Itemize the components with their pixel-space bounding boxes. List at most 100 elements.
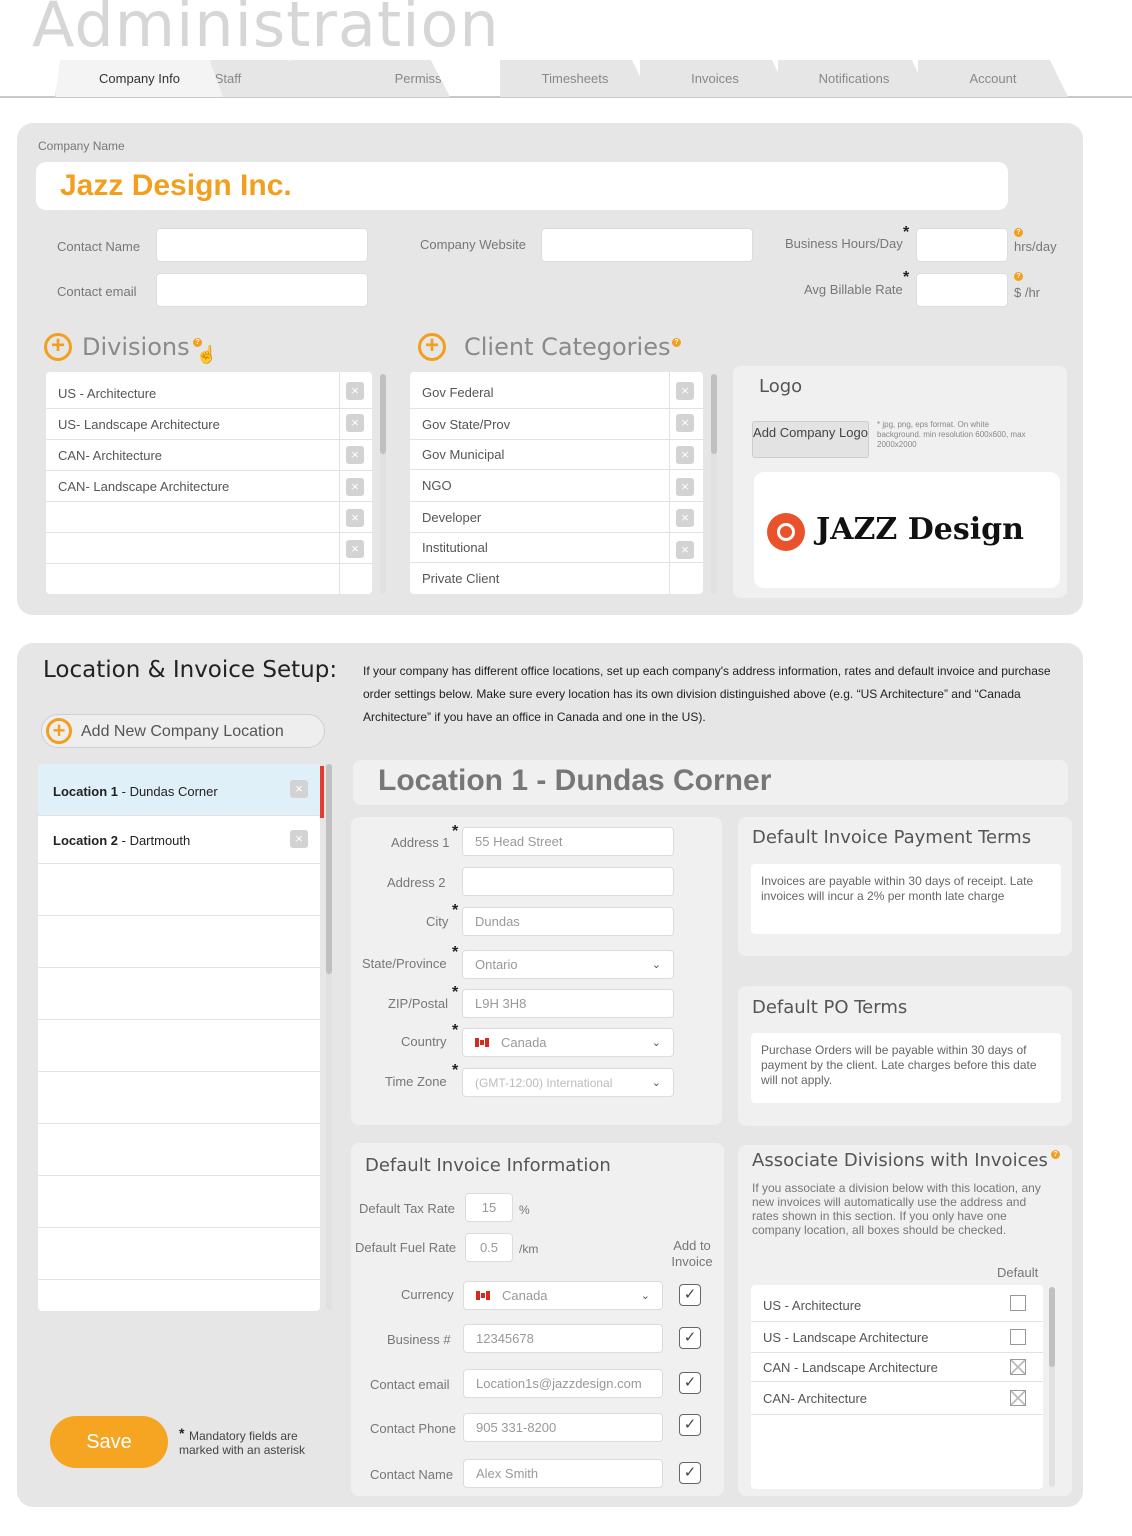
scroll-thumb[interactable] [380,374,386,454]
scroll-thumb[interactable] [711,374,717,454]
currency-select[interactable]: Canada ⌄ [463,1281,663,1310]
help-icon[interactable]: ? [1051,1150,1060,1159]
invoice-email-input[interactable]: Location1s@jazzdesign.com [463,1369,663,1398]
list-item[interactable]: CAN - Landscape Architecture [751,1353,1043,1382]
default-checkbox[interactable] [1010,1295,1026,1311]
logo-title: Logo [759,376,803,397]
business-hours-input[interactable] [916,228,1008,262]
remove-icon[interactable]: × [676,509,694,527]
invoice-contact-name-label: Contact Name [370,1467,454,1482]
list-item[interactable]: Private Client [410,563,703,594]
tax-rate-input[interactable]: 15 [465,1193,513,1222]
remove-icon[interactable]: × [290,780,308,798]
remove-icon[interactable]: × [676,382,694,400]
currency-checkbox[interactable]: ✓ [679,1284,701,1306]
remove-icon[interactable]: × [346,478,364,496]
list-item[interactable]: US - Architecture [751,1290,1043,1322]
remove-icon[interactable]: × [346,414,364,432]
company-name-input[interactable]: Jazz Design Inc. [36,162,1008,210]
tab-notifications[interactable]: Notifications [778,60,930,97]
location-setup-description: If your company has different office loc… [363,664,1051,724]
remove-icon[interactable]: × [346,382,364,400]
remove-icon[interactable]: × [346,509,364,527]
remove-icon[interactable]: × [676,478,694,496]
scroll-thumb[interactable] [326,764,332,974]
payment-terms-text[interactable]: Invoices are payable within 30 days of r… [751,864,1061,934]
invoice-contact-name-checkbox[interactable]: ✓ [679,1462,701,1484]
logo-hint: * jpg, png, eps format. On white backgro… [877,420,1026,449]
remove-icon[interactable]: × [676,541,694,559]
help-icon[interactable]: ? [672,338,681,347]
associate-scrollbar[interactable] [1049,1287,1055,1487]
default-checkbox-checked[interactable] [1010,1390,1026,1406]
save-button[interactable]: Save [50,1416,168,1468]
po-terms-text[interactable]: Purchase Orders will be payable within 3… [751,1033,1061,1103]
country-label: Country [401,1034,447,1049]
address2-input[interactable] [462,867,674,896]
default-checkbox-checked[interactable] [1010,1359,1026,1375]
business-number-input[interactable]: 12345678 [463,1324,663,1353]
billable-rate-input[interactable] [916,273,1008,307]
locations-scrollbar[interactable] [326,764,332,1310]
timezone-select[interactable]: (GMT-12:00) International ⌄ [462,1068,674,1097]
contact-name-input[interactable] [156,228,368,262]
zip-input[interactable]: L9H 3H8 [462,989,674,1018]
add-division-icon[interactable]: + [44,333,72,361]
list-item[interactable]: CAN- Architecture [751,1382,1043,1415]
address2-label: Address 2 [387,875,446,890]
required-asterisk: * [452,1022,459,1039]
company-website-input[interactable] [541,228,753,262]
tab-company-info[interactable]: Company Info [55,60,223,97]
invoice-phone-input[interactable]: 905 331-8200 [463,1413,663,1442]
locations-list: Location 1 - Dundas Corner × Location 2 … [38,764,320,1311]
contact-email-label: Contact email [57,284,137,299]
tab-account[interactable]: Account [918,60,1068,97]
location-heading: Location 1 - Dundas Corner [378,764,772,797]
list-item[interactable]: NGO [410,470,703,502]
list-item[interactable]: Gov State/Prov [410,409,703,440]
state-select[interactable]: Ontario ⌄ [462,950,674,979]
tab-invoices[interactable]: Invoices [640,60,790,97]
add-category-icon[interactable]: + [418,333,446,361]
associate-divisions-list: US - Architecture US - Landscape Archite… [751,1285,1043,1489]
list-item[interactable]: Institutional [410,533,703,563]
list-item[interactable]: Gov Federal [410,376,703,409]
invoice-email-checkbox[interactable]: ✓ [679,1372,701,1394]
remove-icon[interactable]: × [676,446,694,464]
list-item[interactable]: CAN- Landscape Architecture [46,471,372,502]
business-number-checkbox[interactable]: ✓ [679,1327,701,1349]
invoice-phone-checkbox[interactable]: ✓ [679,1414,701,1436]
divisions-scrollbar[interactable] [380,374,386,594]
city-input[interactable]: Dundas [462,907,674,936]
row-divider [38,967,320,968]
list-item[interactable]: CAN- Architecture [46,440,372,471]
chevron-down-icon: ⌄ [640,1290,650,1302]
contact-email-input[interactable] [156,273,368,307]
invoice-contact-name-input[interactable]: Alex Smith [463,1459,663,1488]
tab-permissions[interactable]: Permissions [290,60,450,97]
default-checkbox[interactable] [1010,1329,1026,1345]
scroll-thumb[interactable] [1049,1287,1055,1367]
add-location-label: Add New Company Location [81,723,284,740]
help-icon[interactable]: ? [1014,228,1023,237]
remove-icon[interactable]: × [346,446,364,464]
tab-timesheets[interactable]: Timesheets [500,60,650,97]
list-item[interactable]: US- Landscape Architecture [46,409,372,440]
remove-icon[interactable]: × [346,540,364,558]
address1-input[interactable]: 55 Head Street [462,827,674,856]
default-column-header: Default [997,1265,1039,1280]
categories-scrollbar[interactable] [711,374,717,594]
help-icon[interactable]: ? [1014,272,1023,281]
fuel-rate-input[interactable]: 0.5 [465,1233,513,1262]
column-divider [669,372,670,594]
list-item[interactable]: US - Architecture [46,378,372,409]
list-item[interactable] [46,533,372,564]
list-item[interactable] [46,502,372,533]
country-select[interactable]: Canada ⌄ [462,1028,674,1057]
remove-icon[interactable]: × [290,830,308,848]
list-item[interactable]: Gov Municipal [410,440,703,470]
add-logo-button[interactable]: Add Company Logo [752,421,869,458]
list-item[interactable]: US - Landscape Architecture [751,1322,1043,1353]
remove-icon[interactable]: × [676,414,694,432]
list-item[interactable]: Developer [410,502,703,533]
